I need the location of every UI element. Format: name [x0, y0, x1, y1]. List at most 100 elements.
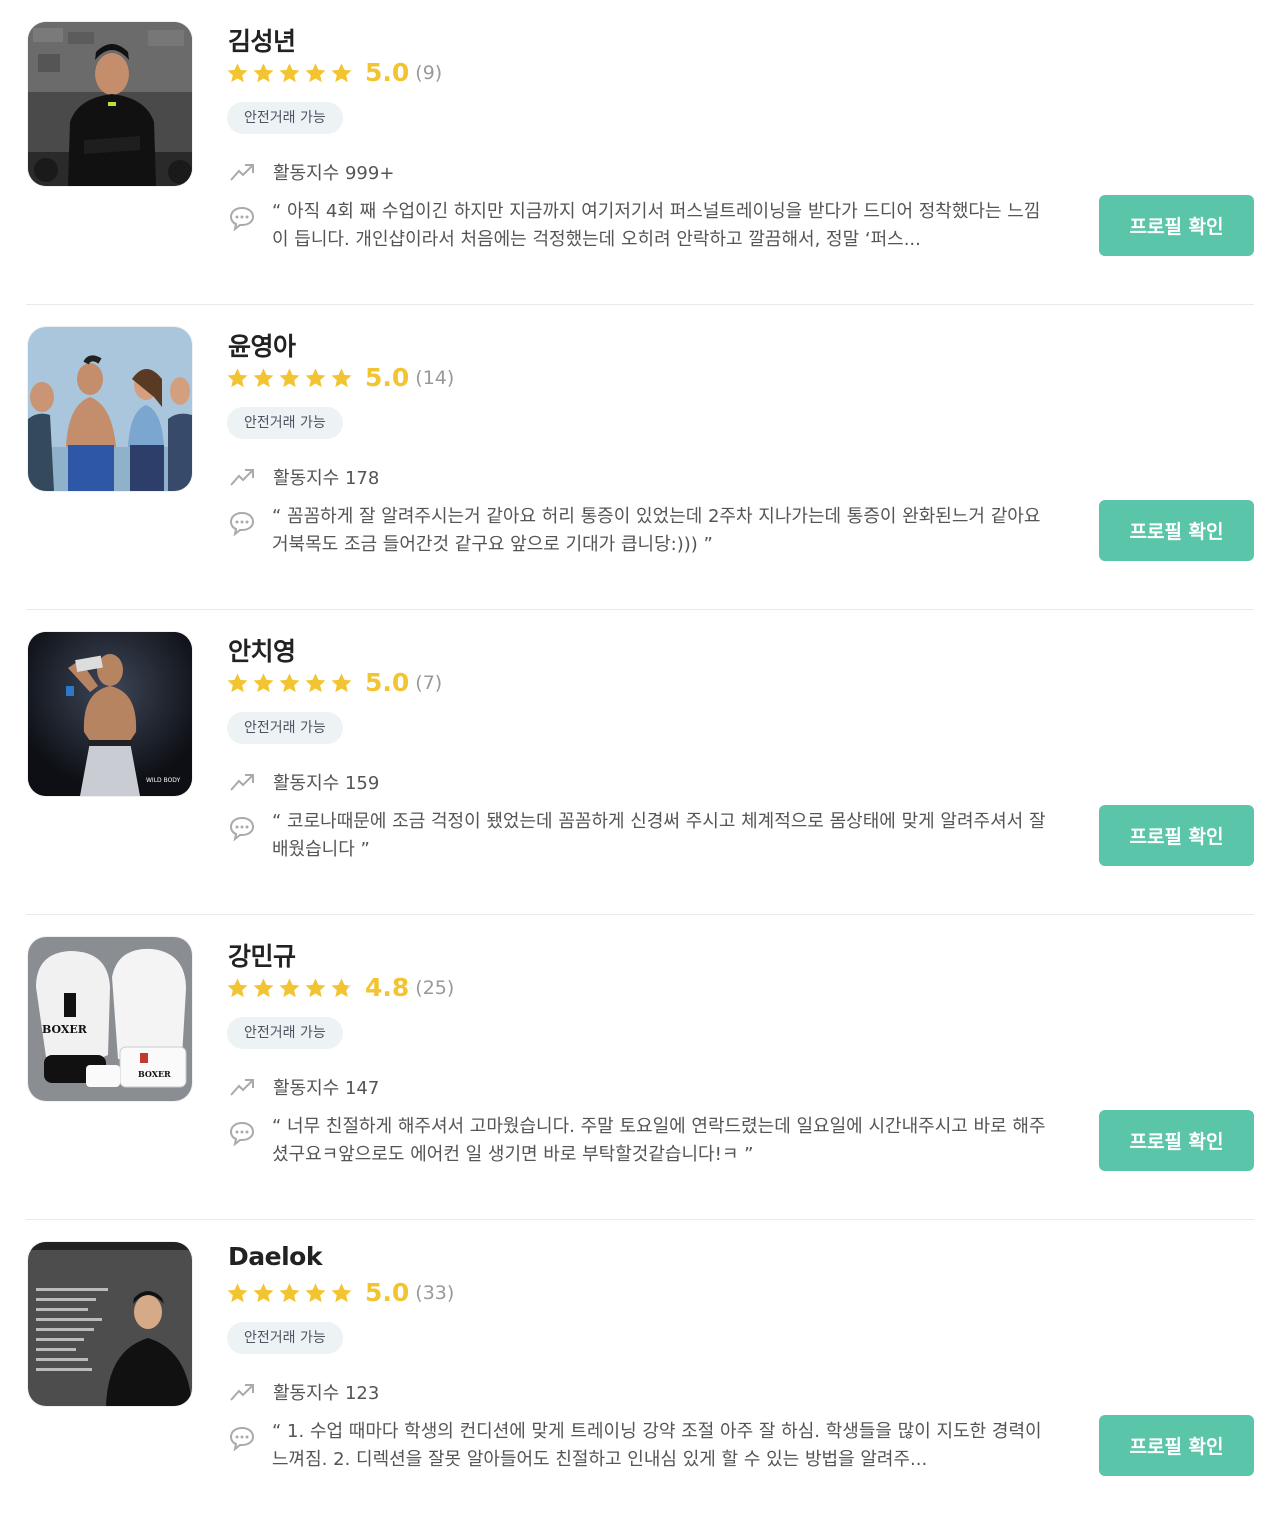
view-profile-button[interactable]: 프로필 확인	[1099, 1415, 1254, 1476]
star-icon	[331, 672, 352, 692]
rating: 5.0 (9)	[226, 58, 442, 87]
trainer-card[interactable]: 김성년 5.0 (9) 안전거래 가능 활동지수 999+ “ 아직 4회 째 …	[26, 0, 1254, 305]
trainer-avatar[interactable]: WILD BODY	[28, 632, 192, 796]
star-rating	[226, 1282, 353, 1304]
review-count: (14)	[415, 366, 455, 389]
review-text: “ 코로나때문에 조금 걱정이 됐었는데 꼼꼼하게 신경써 주시고 체계적으로 …	[272, 811, 1046, 860]
review-snippet: “ 1. 수업 때마다 학생의 컨디션에 맞게 트레이닝 강약 조절 아주 잘 …	[228, 1418, 1046, 1474]
trend-up-icon	[230, 1079, 254, 1096]
trend-up-icon	[230, 164, 254, 181]
activity-text: 활동지수 123	[273, 1383, 380, 1404]
safe-trade-badge: 안전거래 가능	[227, 102, 343, 134]
svg-text:BOXER: BOXER	[138, 1069, 171, 1079]
view-profile-button[interactable]: 프로필 확인	[1099, 500, 1254, 561]
review-text: “ 1. 수업 때마다 학생의 컨디션에 맞게 트레이닝 강약 조절 아주 잘 …	[272, 1421, 1042, 1470]
review-count: (25)	[415, 976, 455, 999]
star-icon	[305, 62, 326, 82]
star-icon	[253, 367, 274, 387]
star-icon	[279, 672, 300, 692]
trainer-name: 안치영	[228, 637, 296, 666]
star-rating	[226, 62, 353, 84]
trainer-avatar[interactable]	[28, 22, 192, 186]
star-rating	[226, 672, 353, 694]
review-snippet: “ 아직 4회 째 수업이긴 하지만 지금까지 여기저기서 퍼스널트레이닝을 받…	[228, 198, 1046, 254]
rating-score: 5.0	[365, 668, 410, 697]
trainer-avatar[interactable]	[28, 327, 192, 491]
star-rating	[226, 977, 353, 999]
star-icon	[253, 1282, 274, 1302]
svg-text:BOXER: BOXER	[42, 1023, 88, 1036]
rating: 4.8 (25)	[226, 973, 454, 1002]
trainer-name: 김성년	[228, 27, 296, 56]
svg-text:WILD BODY: WILD BODY	[146, 777, 181, 784]
star-icon	[279, 1282, 300, 1302]
activity-index: 활동지수 178	[228, 463, 379, 491]
review-text: “ 아직 4회 째 수업이긴 하지만 지금까지 여기저기서 퍼스널트레이닝을 받…	[272, 201, 1041, 250]
trainer-name: Daelok	[228, 1242, 322, 1271]
trainer-name: 윤영아	[228, 332, 296, 361]
view-profile-button[interactable]: 프로필 확인	[1099, 195, 1254, 256]
rating: 5.0 (14)	[226, 363, 454, 392]
star-rating	[226, 367, 353, 389]
star-icon	[305, 1282, 326, 1302]
star-icon	[227, 62, 248, 82]
view-profile-button[interactable]: 프로필 확인	[1099, 1110, 1254, 1171]
star-icon	[227, 1282, 248, 1302]
speech-bubble-icon	[229, 206, 255, 232]
activity-text: 활동지수 999+	[273, 163, 395, 184]
trainer-card[interactable]: 윤영아 5.0 (14) 안전거래 가능 활동지수 178 “ 꼼꼼하게 잘 알…	[26, 305, 1254, 610]
trainer-avatar[interactable]: BOXER BOXER	[28, 937, 192, 1101]
star-icon	[305, 977, 326, 997]
trainer-list: 김성년 5.0 (9) 안전거래 가능 활동지수 999+ “ 아직 4회 째 …	[0, 0, 1280, 1525]
trainer-card[interactable]: Daelok 5.0 (33) 안전거래 가능 활동지수 123 “ 1. 수업…	[26, 1220, 1254, 1525]
star-icon	[305, 672, 326, 692]
speech-bubble-icon	[229, 1121, 255, 1147]
review-count: (7)	[415, 671, 443, 694]
star-icon	[331, 977, 352, 997]
star-icon	[253, 672, 274, 692]
trend-up-icon	[230, 774, 254, 791]
speech-bubble-icon	[229, 511, 255, 537]
activity-text: 활동지수 159	[273, 773, 380, 794]
star-icon	[253, 62, 274, 82]
activity-text: 활동지수 178	[273, 468, 380, 489]
speech-bubble-icon	[229, 816, 255, 842]
activity-index: 활동지수 159	[228, 768, 379, 796]
rating-score: 5.0	[365, 363, 410, 392]
safe-trade-badge: 안전거래 가능	[227, 1322, 343, 1354]
rating: 5.0 (33)	[226, 1278, 454, 1307]
star-icon	[279, 977, 300, 997]
review-snippet: “ 꼼꼼하게 잘 알려주시는거 같아요 허리 통증이 있었는데 2주차 지나가는…	[228, 503, 1046, 559]
review-snippet: “ 너무 친절하게 해주셔서 고마웠습니다. 주말 토요일에 연락드렸는데 일요…	[228, 1113, 1046, 1169]
star-icon	[279, 62, 300, 82]
speech-bubble-icon	[229, 1426, 255, 1452]
star-icon	[227, 367, 248, 387]
activity-index: 활동지수 999+	[228, 158, 394, 186]
star-icon	[305, 367, 326, 387]
trend-up-icon	[230, 469, 254, 486]
review-count: (9)	[415, 61, 443, 84]
rating: 5.0 (7)	[226, 668, 442, 697]
star-icon	[279, 367, 300, 387]
activity-text: 활동지수 147	[273, 1078, 380, 1099]
review-text: “ 너무 친절하게 해주셔서 고마웠습니다. 주말 토요일에 연락드렸는데 일요…	[272, 1116, 1046, 1165]
rating-score: 5.0	[365, 1278, 410, 1307]
safe-trade-badge: 안전거래 가능	[227, 712, 343, 744]
star-icon	[227, 672, 248, 692]
trainer-avatar[interactable]	[28, 1242, 192, 1406]
star-icon	[331, 367, 352, 387]
trainer-card[interactable]: BOXER BOXER 강민규 4.8 (25) 안전거래 가능 활동지수 14…	[26, 915, 1254, 1220]
safe-trade-badge: 안전거래 가능	[227, 407, 343, 439]
trainer-name: 강민규	[228, 942, 296, 971]
rating-score: 5.0	[365, 58, 410, 87]
review-snippet: “ 코로나때문에 조금 걱정이 됐었는데 꼼꼼하게 신경써 주시고 체계적으로 …	[228, 808, 1046, 864]
activity-index: 활동지수 123	[228, 1378, 379, 1406]
activity-index: 활동지수 147	[228, 1073, 379, 1101]
review-count: (33)	[415, 1281, 455, 1304]
safe-trade-badge: 안전거래 가능	[227, 1017, 343, 1049]
trend-up-icon	[230, 1384, 254, 1401]
star-icon	[253, 977, 274, 997]
star-icon	[227, 977, 248, 997]
view-profile-button[interactable]: 프로필 확인	[1099, 805, 1254, 866]
trainer-card[interactable]: WILD BODY 안치영 5.0 (7) 안전거래 가능 활동지수 159 “…	[26, 610, 1254, 915]
